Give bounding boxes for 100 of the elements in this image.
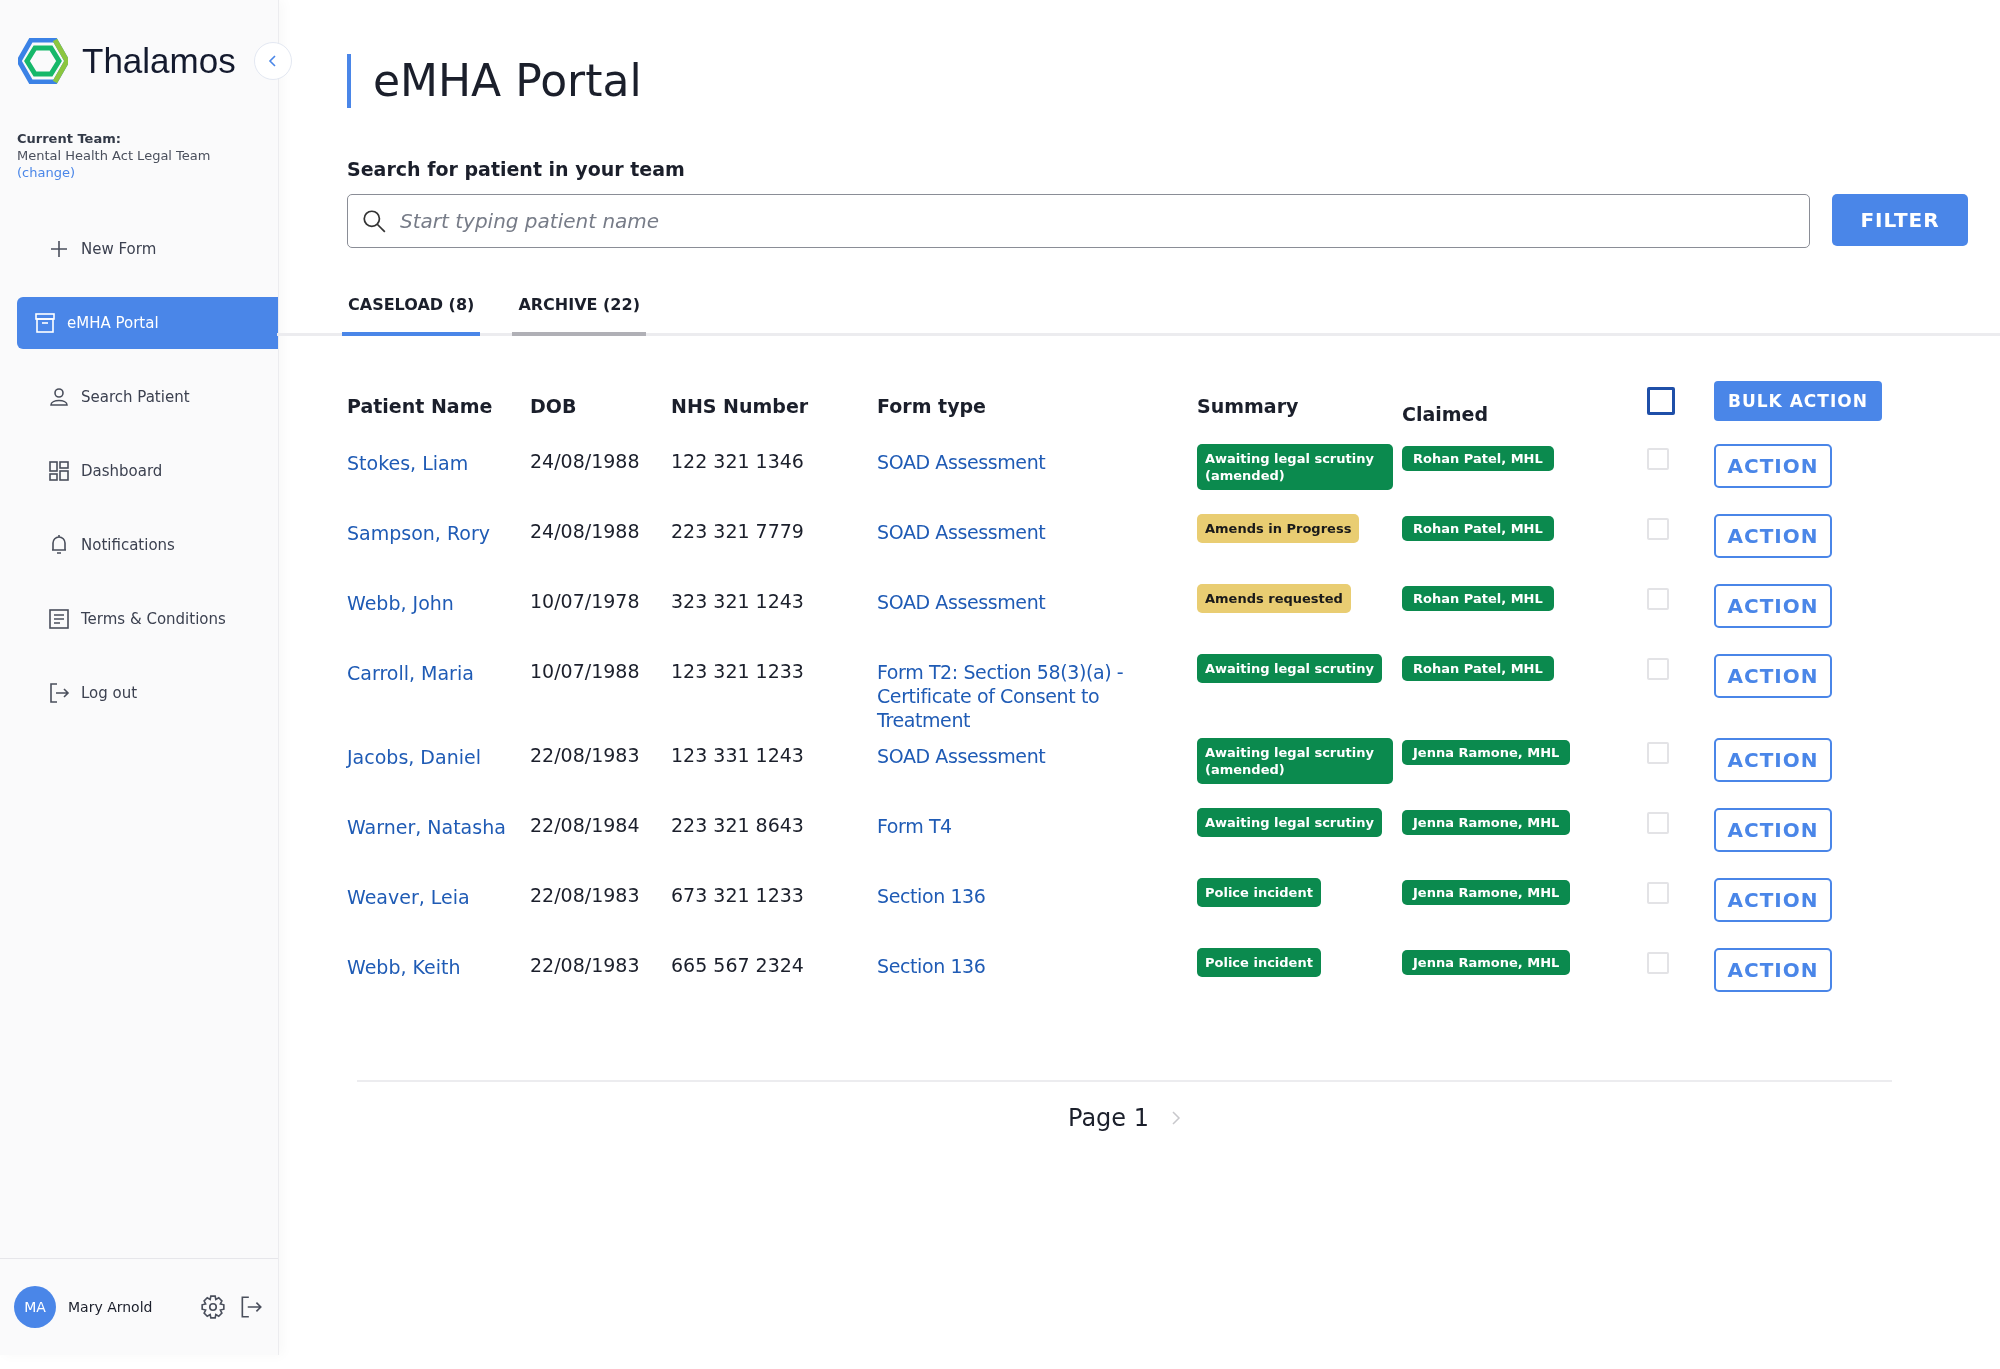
chevron-right-icon[interactable]	[1171, 1110, 1181, 1126]
dob-cell-text: 22/08/1984	[530, 813, 641, 836]
row-checkbox[interactable]	[1647, 882, 1669, 904]
logo-icon	[18, 38, 68, 84]
status-tag: Amends requested	[1197, 584, 1351, 613]
logout-icon	[47, 681, 71, 705]
action-button[interactable]: ACTION	[1714, 654, 1832, 698]
action-button[interactable]: ACTION	[1714, 444, 1832, 488]
status-tag: Police incident	[1197, 878, 1321, 907]
nhs-number-cell-text: 223 321 7779	[671, 519, 805, 542]
document-icon	[47, 607, 71, 631]
claimed-tag: Rohan Patel, MHL	[1402, 656, 1554, 681]
action-button[interactable]: ACTION	[1714, 878, 1832, 922]
settings-icon[interactable]	[200, 1294, 226, 1320]
action-button[interactable]: ACTION	[1714, 584, 1832, 628]
claimed-tag: Rohan Patel, MHL	[1402, 446, 1554, 471]
column-header: DOB	[530, 395, 578, 417]
nav-item[interactable]: Search Patient	[17, 377, 278, 417]
claimed-tag: Jenna Ramone, MHL	[1402, 880, 1571, 905]
column-header: NHS Number	[671, 395, 810, 417]
patient-name-link[interactable]: Weaver, Leia	[347, 878, 470, 908]
grid-icon	[47, 459, 71, 483]
brand-name: Thalamos	[82, 41, 236, 81]
column-header: Form type	[877, 395, 987, 417]
change-link[interactable]: (change)	[17, 165, 75, 180]
user-name: Mary Arnold	[68, 1299, 154, 1315]
row-checkbox[interactable]	[1647, 742, 1669, 764]
person-icon	[47, 385, 71, 409]
claimed-tag: Rohan Patel, MHL	[1402, 516, 1554, 541]
status-tag: Police incident	[1197, 948, 1321, 977]
tab[interactable]: ARCHIVE (22)	[512, 290, 646, 336]
nhs-number-cell-text: 122 321 1346	[671, 449, 805, 472]
nhs-number-cell-text: 123 321 1233	[671, 659, 805, 682]
search-field[interactable]: Start typing patient name	[347, 194, 1810, 248]
column-header: Patient Name	[347, 395, 494, 417]
select-all-checkbox[interactable]	[1647, 387, 1675, 415]
row-checkbox[interactable]	[1647, 658, 1669, 680]
dob-cell-text: 22/08/1983	[530, 743, 641, 766]
status-tag: Awaiting legal scrutiny (amended)	[1197, 444, 1393, 490]
row-checkbox[interactable]	[1647, 448, 1669, 470]
nav-item[interactable]: Log out	[17, 673, 278, 713]
patient-name-link[interactable]: Carroll, Maria	[347, 654, 474, 684]
dob-cell-text: 10/07/1978	[530, 589, 641, 612]
patient-name-link[interactable]: Webb, Keith	[347, 948, 461, 978]
dob-cell-text: 10/07/1988	[530, 659, 641, 682]
form-type-link[interactable]: Section 136	[877, 878, 986, 908]
nhs-number-cell-text: 673 321 1233	[671, 883, 805, 906]
row-checkbox[interactable]	[1647, 588, 1669, 610]
patient-name-link[interactable]: Jacobs, Daniel	[347, 738, 481, 768]
chevron-left-icon	[267, 55, 279, 67]
column-header: Summary	[1197, 395, 1300, 417]
collapse-button[interactable]	[254, 42, 292, 80]
nav-item[interactable]: Dashboard	[17, 451, 278, 491]
tab[interactable]: CASELOAD (8)	[342, 290, 481, 336]
patient-name-link[interactable]: Webb, John	[347, 584, 454, 614]
row-checkbox[interactable]	[1647, 952, 1669, 974]
patient-name-link[interactable]: Warner, Natasha	[347, 808, 506, 838]
patient-name-link[interactable]: Stokes, Liam	[347, 444, 469, 474]
bulk-action-button[interactable]: BULK ACTION	[1714, 381, 1882, 421]
nav-item[interactable]: New Form	[17, 229, 278, 269]
search-label: Search for patient in your team	[347, 158, 686, 180]
form-type-link[interactable]: SOAD Assessment	[877, 584, 1046, 614]
team-label: Current Team:	[17, 130, 122, 147]
nhs-number-cell-text: 223 321 8643	[671, 813, 805, 836]
user-avatar: MA	[14, 1286, 56, 1328]
form-type-link[interactable]: Form T4	[877, 808, 952, 838]
archive-box-icon	[33, 311, 57, 335]
form-type-link[interactable]: SOAD Assessment	[877, 444, 1046, 474]
action-button[interactable]: ACTION	[1714, 948, 1832, 992]
form-type-link[interactable]: Form T2: Section 58(3)(a) - Certificate of Consent to Treatment	[877, 654, 1192, 732]
nav-item[interactable]: Notifications	[17, 525, 278, 565]
action-button[interactable]: ACTION	[1714, 514, 1832, 558]
dob-cell-text: 24/08/1988	[530, 449, 641, 472]
claimed-tag: Jenna Ramone, MHL	[1402, 950, 1571, 975]
claimed-tag: Jenna Ramone, MHL	[1402, 740, 1571, 765]
filter-button[interactable]: FILTER	[1832, 194, 1968, 246]
nav-item[interactable]: eMHA Portal	[17, 297, 278, 349]
claimed-tag: Rohan Patel, MHL	[1402, 586, 1554, 611]
patient-name-link[interactable]: Sampson, Rory	[347, 514, 490, 544]
action-button[interactable]: ACTION	[1714, 738, 1832, 782]
page-title: eMHA Portal	[347, 54, 2000, 108]
form-type-link[interactable]: SOAD Assessment	[877, 738, 1046, 768]
nav-item[interactable]: Terms & Conditions	[17, 599, 278, 639]
form-type-link[interactable]: SOAD Assessment	[877, 514, 1046, 544]
status-tag: Awaiting legal scrutiny	[1197, 808, 1382, 837]
nhs-number-cell-text: 665 567 2324	[671, 953, 805, 976]
status-tag: Awaiting legal scrutiny (amended)	[1197, 738, 1393, 784]
row-checkbox[interactable]	[1647, 812, 1669, 834]
claimed-tag: Jenna Ramone, MHL	[1402, 810, 1571, 835]
dob-cell-text: 22/08/1983	[530, 883, 641, 906]
action-button[interactable]: ACTION	[1714, 808, 1832, 852]
team-name: Mental Health Act Legal Team	[17, 147, 212, 164]
row-checkbox[interactable]	[1647, 518, 1669, 540]
form-type-link[interactable]: Section 136	[877, 948, 986, 978]
column-header: Claimed	[1402, 403, 1490, 425]
page-label: Page 1	[1068, 1104, 1149, 1132]
dob-cell-text: 22/08/1983	[530, 953, 641, 976]
nhs-number-cell-text: 323 321 1243	[671, 589, 805, 612]
dob-cell-text: 24/08/1988	[530, 519, 641, 542]
status-tag: Amends in Progress	[1197, 514, 1360, 543]
